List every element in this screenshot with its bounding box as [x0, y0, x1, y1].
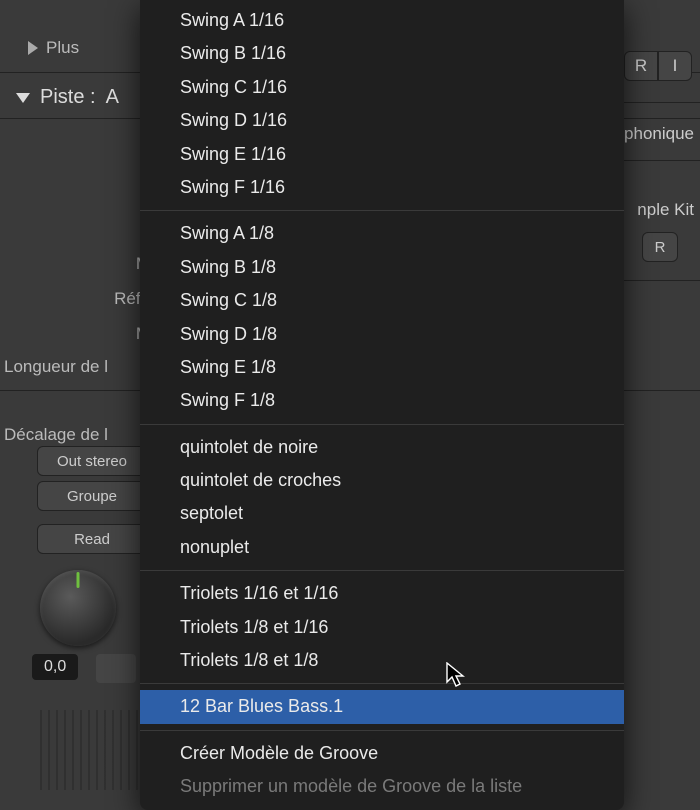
disclosure-right-icon	[28, 41, 38, 55]
menu-item[interactable]: nonuplet	[140, 531, 624, 564]
menu-item[interactable]: 12 Bar Blues Bass.1	[140, 690, 624, 723]
menu-item[interactable]: Triolets 1/8 et 1/16	[140, 611, 624, 644]
menu-item[interactable]: Swing C 1/16	[140, 71, 624, 104]
output-button[interactable]: Out stereo	[37, 446, 147, 476]
menu-item[interactable]: Swing B 1/8	[140, 251, 624, 284]
menu-item[interactable]: Créer Modèle de Groove	[140, 737, 624, 770]
read-button-label: Read	[74, 531, 110, 548]
param-label: Longueur de l	[4, 357, 154, 377]
segment-r[interactable]: R	[624, 51, 658, 81]
quantize-menu[interactable]: Swing A 1/16Swing B 1/16Swing C 1/16Swin…	[140, 0, 624, 810]
menu-item[interactable]: quintolet de croches	[140, 464, 624, 497]
menu-divider	[140, 210, 624, 211]
piste-label: Piste :	[40, 86, 96, 109]
menu-item[interactable]: Triolets 1/16 et 1/16	[140, 577, 624, 610]
knob-indicator-icon	[77, 572, 80, 588]
read-button[interactable]: Read	[37, 524, 147, 554]
menu-item[interactable]: Triolets 1/8 et 1/8	[140, 644, 624, 677]
param-label: Réfo	[0, 289, 150, 309]
menu-item[interactable]: Swing A 1/8	[140, 217, 624, 250]
menu-item[interactable]: Swing D 1/8	[140, 318, 624, 351]
menu-item: Supprimer un modèle de Groove de la list…	[140, 770, 624, 803]
menu-item[interactable]: septolet	[140, 497, 624, 530]
menu-divider	[140, 570, 624, 571]
group-button[interactable]: Groupe	[37, 481, 147, 511]
menu-item[interactable]: quintolet de noire	[140, 431, 624, 464]
menu-item[interactable]: Swing F 1/8	[140, 384, 624, 417]
menu-item[interactable]: Swing E 1/8	[140, 351, 624, 384]
record-button-label: R	[655, 239, 666, 256]
menu-divider	[140, 730, 624, 731]
right-text: phonique	[624, 124, 694, 144]
plus-row[interactable]: Plus	[28, 38, 79, 58]
record-input-segment[interactable]: R I	[624, 51, 692, 81]
menu-item[interactable]: Swing A 1/16	[140, 4, 624, 37]
pan-value[interactable]: 0,0	[32, 654, 78, 680]
disclosure-down-icon	[16, 93, 30, 103]
plus-label: Plus	[46, 38, 79, 58]
menu-item[interactable]: Swing F 1/16	[140, 171, 624, 204]
param-label: Décalage de l	[4, 425, 154, 445]
menu-item[interactable]: Swing C 1/8	[140, 284, 624, 317]
pan-knob[interactable]	[40, 570, 116, 646]
output-button-label: Out stereo	[57, 453, 127, 470]
segment-i[interactable]: I	[658, 51, 692, 81]
record-button[interactable]: R	[642, 232, 678, 262]
piste-row[interactable]: Piste : A	[16, 86, 119, 109]
menu-divider	[140, 683, 624, 684]
menu-item[interactable]: Swing D 1/16	[140, 104, 624, 137]
menu-item[interactable]: Swing E 1/16	[140, 138, 624, 171]
right-text: nple Kit	[637, 200, 694, 220]
param-label: M	[0, 254, 150, 274]
menu-divider	[140, 424, 624, 425]
secondary-box[interactable]	[96, 654, 136, 683]
group-button-label: Groupe	[67, 488, 117, 505]
menu-item[interactable]: Swing B 1/16	[140, 37, 624, 70]
piste-value: A	[106, 86, 119, 109]
param-label: M	[0, 324, 150, 344]
